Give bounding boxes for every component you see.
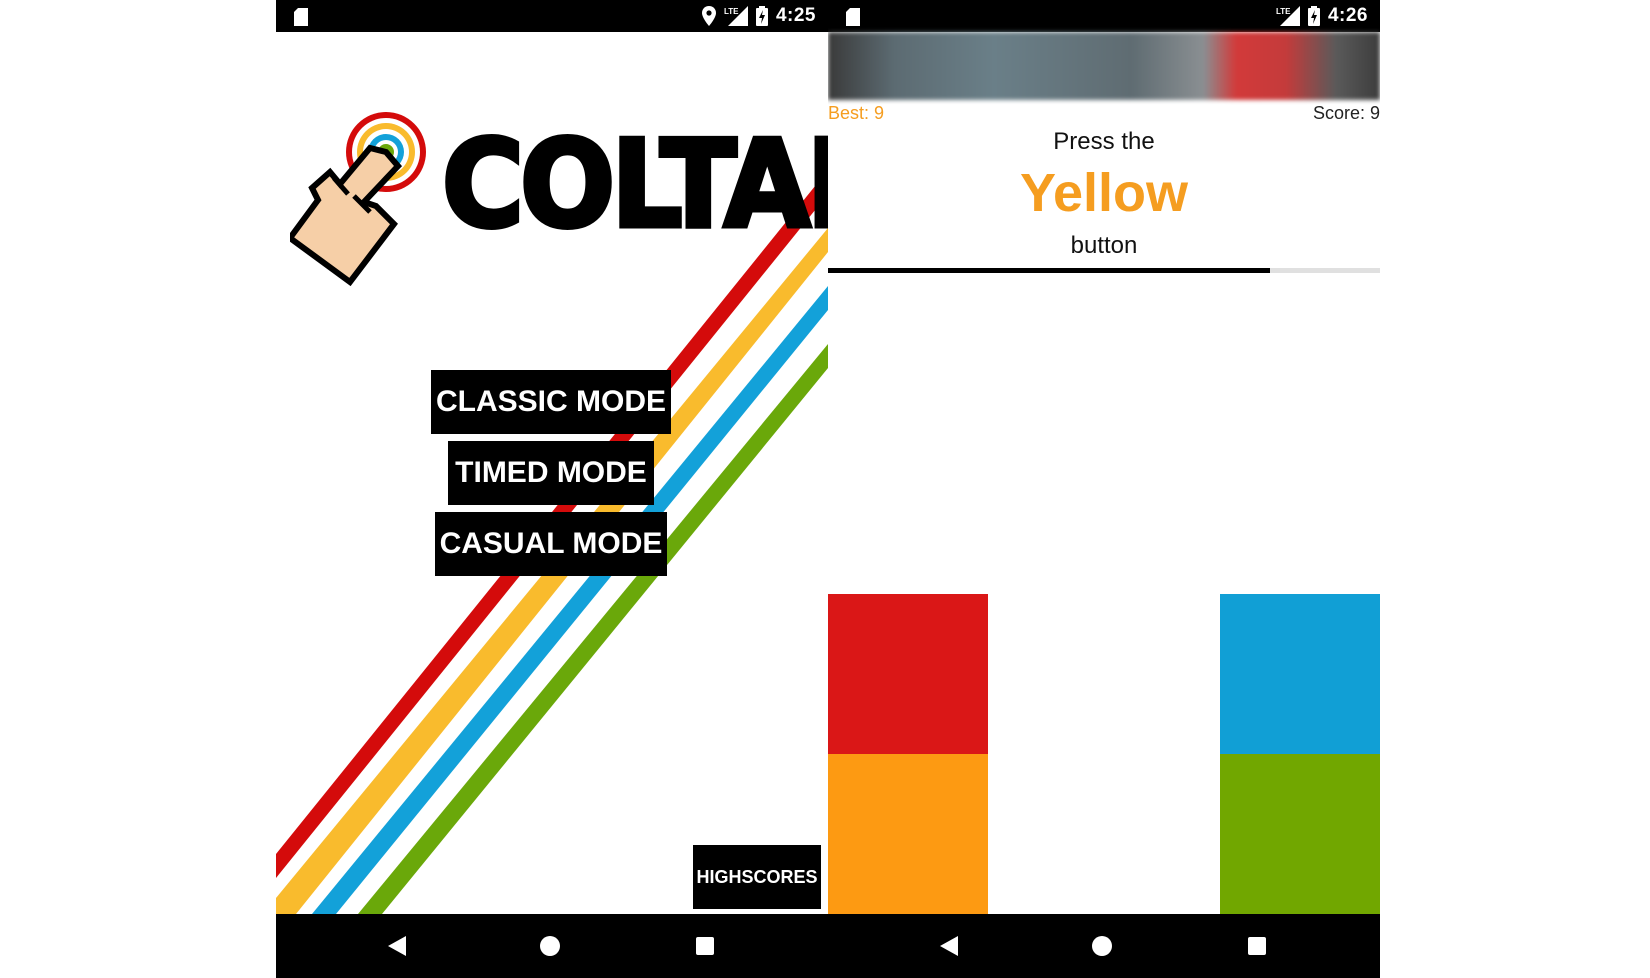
red-tile-button[interactable]: [828, 594, 988, 754]
status-bar: LTE 4:25: [276, 0, 828, 32]
tap-hand-logo-icon: [290, 112, 426, 287]
timer-bar-fill: [828, 268, 1270, 273]
navigation-bar: [828, 914, 1380, 978]
home-icon[interactable]: [1092, 936, 1112, 956]
current-score: Score: 9: [1312, 103, 1380, 123]
target-color-word: Yellow: [1019, 163, 1189, 223]
game-screen: LTE 4:26 Best: 9 Score: 9 Press the Yell…: [828, 0, 1380, 978]
timer-bar: [828, 268, 1380, 273]
status-bar: LTE 4:26: [828, 0, 1380, 32]
lte-signal-icon: LTE: [724, 6, 748, 26]
battery-charging-icon: [1307, 6, 1320, 26]
sd-card-icon: [294, 8, 308, 26]
recents-icon[interactable]: [696, 937, 714, 955]
highscores-button[interactable]: HIGHSCORES: [693, 845, 821, 909]
recents-icon[interactable]: [1248, 937, 1266, 955]
timed-mode-button[interactable]: TIMED MODE: [448, 441, 654, 505]
main-menu-screen: LTE 4:25 COLTAP CLASSIC MODE TIMED MODE …: [276, 0, 828, 978]
location-icon: [701, 6, 716, 26]
prompt-top: Press the: [1053, 128, 1155, 155]
ad-banner[interactable]: [828, 32, 1380, 100]
classic-mode-button[interactable]: CLASSIC MODE: [431, 370, 671, 434]
prompt-bottom: button: [1070, 232, 1138, 259]
blue-tile-button[interactable]: [1220, 594, 1380, 754]
clock: 4:25: [775, 5, 816, 26]
casual-mode-button[interactable]: CASUAL MODE: [435, 512, 667, 576]
back-icon[interactable]: [940, 936, 960, 956]
navigation-bar: [276, 914, 828, 978]
clock: 4:26: [1327, 5, 1368, 26]
sd-card-icon: [846, 8, 860, 26]
back-icon[interactable]: [388, 936, 408, 956]
battery-charging-icon: [755, 6, 768, 26]
orange-tile-button[interactable]: [828, 754, 988, 914]
app-title: COLTAP: [440, 114, 828, 258]
home-icon[interactable]: [540, 936, 560, 956]
svg-text:LTE: LTE: [1276, 7, 1291, 16]
best-score: Best: 9: [828, 103, 885, 123]
svg-text:LTE: LTE: [724, 7, 739, 16]
green-tile-button[interactable]: [1220, 754, 1380, 914]
lte-signal-icon: LTE: [1276, 6, 1300, 26]
